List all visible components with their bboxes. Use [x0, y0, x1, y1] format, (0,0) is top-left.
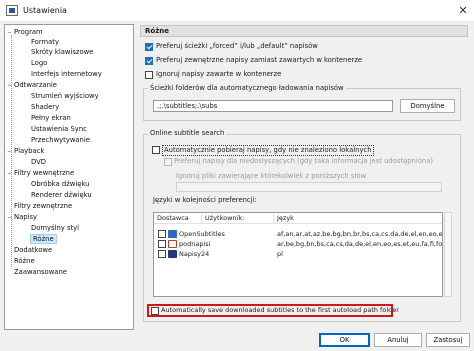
- ignore-embedded-label: Ignoruj napisy zawarte w kontenerze: [156, 70, 282, 78]
- close-icon[interactable]: ✕: [455, 3, 471, 19]
- tree-item-domyslny-styl[interactable]: Domyślny styl: [31, 223, 79, 233]
- provider-languages: af,an,ar,at,az,be,bg,bn,br,bs,ca,cs,da,d…: [277, 230, 442, 238]
- tree-item-playback[interactable]: − Playback: [7, 146, 44, 156]
- napisy24-icon: [168, 250, 177, 258]
- settings-app-icon: [6, 5, 18, 16]
- prefer-hearing-label: Preferuj napisy dla niedosłyszących (gdy…: [174, 157, 434, 165]
- ignore-files-label: Ignoruj pliki zawierające którekolwiek z…: [176, 172, 367, 180]
- collapse-icon[interactable]: −: [7, 213, 14, 223]
- window-title: Ustawienia: [23, 6, 67, 15]
- collapse-icon[interactable]: −: [7, 28, 14, 38]
- settings-tree[interactable]: − Program Formaty Skróty klawiszowe Logo …: [4, 24, 134, 330]
- provider-name: OpenSubtitles: [179, 230, 225, 238]
- title-bar: Ustawienia ✕: [0, 0, 474, 22]
- provider-checkbox[interactable]: [158, 240, 166, 248]
- tree-item-rozne[interactable]: Różne: [14, 256, 35, 266]
- tree-item-filtry-zewnetrzne[interactable]: Filtry zewnętrzne: [14, 201, 72, 211]
- tree-item-strumien[interactable]: Strumień wyjściowy: [31, 91, 99, 101]
- provider-row[interactable]: podnapisi ar,be,bg,bn,bs,ca,cs,da,de,el,…: [154, 239, 442, 249]
- tree-item-zaawansowane[interactable]: Zaawansowane: [14, 267, 67, 277]
- collapse-icon[interactable]: −: [7, 147, 14, 157]
- languages-label: Języki w kolejności preferencji:: [153, 196, 257, 204]
- tree-item-logo[interactable]: Logo: [31, 58, 47, 68]
- column-language[interactable]: Język: [274, 213, 442, 224]
- default-paths-button[interactable]: Domyślne: [400, 99, 455, 113]
- tree-item-rozne-selected[interactable]: Różne: [30, 234, 57, 244]
- external-first-checkbox[interactable]: [145, 57, 153, 65]
- column-provider[interactable]: Dostawca: [154, 213, 202, 224]
- ignore-embedded-checkbox[interactable]: [145, 71, 153, 79]
- tree-item-filtry-wewnetrzne[interactable]: − Filtry wewnętrzne: [7, 168, 74, 178]
- online-search-title: Online subtitle search: [148, 129, 227, 138]
- forced-default-label: Preferuj ścieżki „forced” i/lub „default…: [156, 42, 318, 50]
- cancel-button[interactable]: Anuluj: [374, 333, 422, 347]
- forced-default-checkbox[interactable]: [145, 43, 153, 51]
- column-user[interactable]: Użytkownik:: [202, 213, 274, 224]
- provider-name: podnapisi: [179, 240, 211, 248]
- provider-name: Napisy24: [179, 250, 210, 258]
- tree-item-pelny-ekran[interactable]: Pełny ekran: [31, 113, 71, 123]
- provider-languages: ar,be,bg,bn,bs,ca,cs,da,de,el,en,eo,es,e…: [277, 240, 442, 248]
- list-header: Dostawca Użytkownik: Język: [154, 213, 442, 224]
- provider-languages: pl: [277, 250, 283, 258]
- list-scrollbar[interactable]: [444, 212, 452, 297]
- provider-row[interactable]: OpenSubtitles af,an,ar,at,az,be,bg,bn,br…: [154, 229, 442, 239]
- tree-item-napisy[interactable]: − Napisy: [7, 212, 37, 222]
- tree-item-dodatkowe[interactable]: Dodatkowe: [14, 245, 52, 255]
- tree-item-skroty[interactable]: Skróty klawiszowe: [31, 47, 93, 57]
- autoload-paths-input[interactable]: .;.\subtitles;.\subs: [153, 100, 393, 112]
- highlight-box: [147, 304, 393, 317]
- page-title: Różne: [140, 25, 468, 37]
- tree-item-interfejs[interactable]: Interfejs internetowy: [31, 69, 102, 79]
- tree-item-obrobka-dzwieku[interactable]: Obróbka dźwięku: [31, 179, 89, 189]
- tree-item-dvd[interactable]: DVD: [31, 157, 46, 167]
- provider-checkbox[interactable]: [158, 250, 166, 258]
- tree-item-program[interactable]: − Program: [7, 27, 43, 37]
- ignore-files-input[interactable]: [176, 182, 442, 192]
- tree-item-przechwytywanie[interactable]: Przechwytywanie: [31, 135, 90, 145]
- tree-item-shadery[interactable]: Shadery: [31, 102, 59, 112]
- prefer-hearing-checkbox[interactable]: [164, 158, 172, 166]
- apply-button[interactable]: Zastosuj: [426, 333, 470, 347]
- tree-item-sync[interactable]: Ustawienia Sync: [31, 124, 87, 134]
- ok-button[interactable]: OK: [319, 333, 370, 347]
- autoload-paths-title: Ścieżki folderów dla automatycznego łado…: [148, 84, 346, 93]
- auto-download-label: Automatycznie pobieraj napisy, gdy nie z…: [162, 145, 374, 156]
- tree-item-odtwarzanie[interactable]: − Odtwarzanie: [7, 80, 57, 90]
- providers-list[interactable]: Dostawca Użytkownik: Język OpenSubtitles…: [153, 212, 443, 297]
- podnapisi-icon: [168, 240, 177, 248]
- collapse-icon[interactable]: −: [7, 81, 14, 91]
- provider-row[interactable]: Napisy24 pl: [154, 249, 442, 259]
- external-first-label: Preferuj zewnętrzne napisy zamiast zawar…: [156, 56, 363, 64]
- provider-checkbox[interactable]: [158, 230, 166, 238]
- tree-item-renderer-dzwieku[interactable]: Renderer dźwięku: [31, 190, 92, 200]
- tree-item-formaty[interactable]: Formaty: [31, 37, 59, 47]
- auto-download-checkbox[interactable]: [152, 146, 160, 154]
- opensubtitles-icon: [168, 230, 177, 238]
- collapse-icon[interactable]: −: [7, 169, 14, 179]
